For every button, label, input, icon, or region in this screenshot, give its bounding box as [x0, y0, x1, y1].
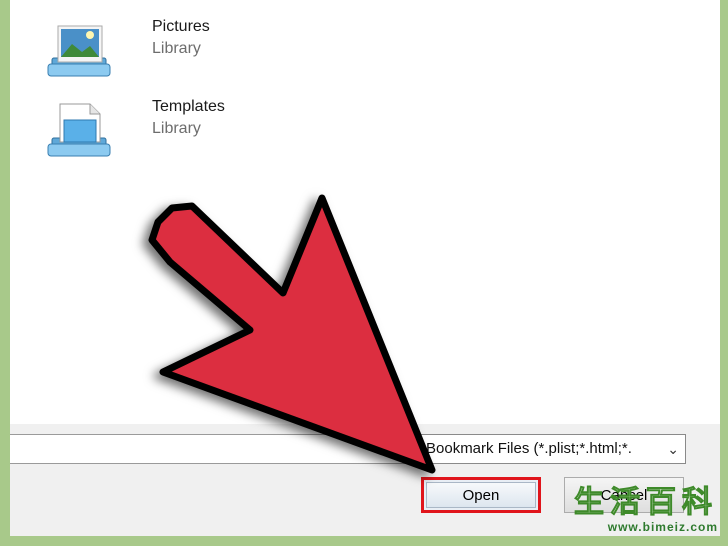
watermark-chars: 生活百科	[574, 485, 718, 520]
library-type: Library	[152, 120, 201, 137]
templates-library-icon	[47, 103, 111, 157]
library-name: Pictures	[152, 18, 210, 35]
filename-input[interactable]	[10, 434, 414, 464]
library-item-pictures[interactable]: Pictures Library	[42, 18, 342, 90]
open-button[interactable]: Open	[426, 482, 536, 508]
file-type-select[interactable]: Bookmark Files (*.plist;*.html;*. ⌄	[420, 434, 686, 464]
file-type-selected: Bookmark Files (*.plist;*.html;*.	[426, 440, 632, 457]
library-item-templates[interactable]: Templates Library	[42, 98, 342, 170]
library-type: Library	[152, 40, 201, 57]
file-open-dialog: Pictures Library Templates Library Bookm…	[10, 0, 720, 536]
library-name: Templates	[152, 98, 225, 115]
pictures-library-icon	[47, 25, 111, 77]
watermark: 生活百科 www.bimeiz.com	[522, 485, 718, 536]
chevron-down-icon: ⌄	[667, 441, 679, 457]
watermark-url: www.bimeiz.com	[607, 520, 718, 534]
